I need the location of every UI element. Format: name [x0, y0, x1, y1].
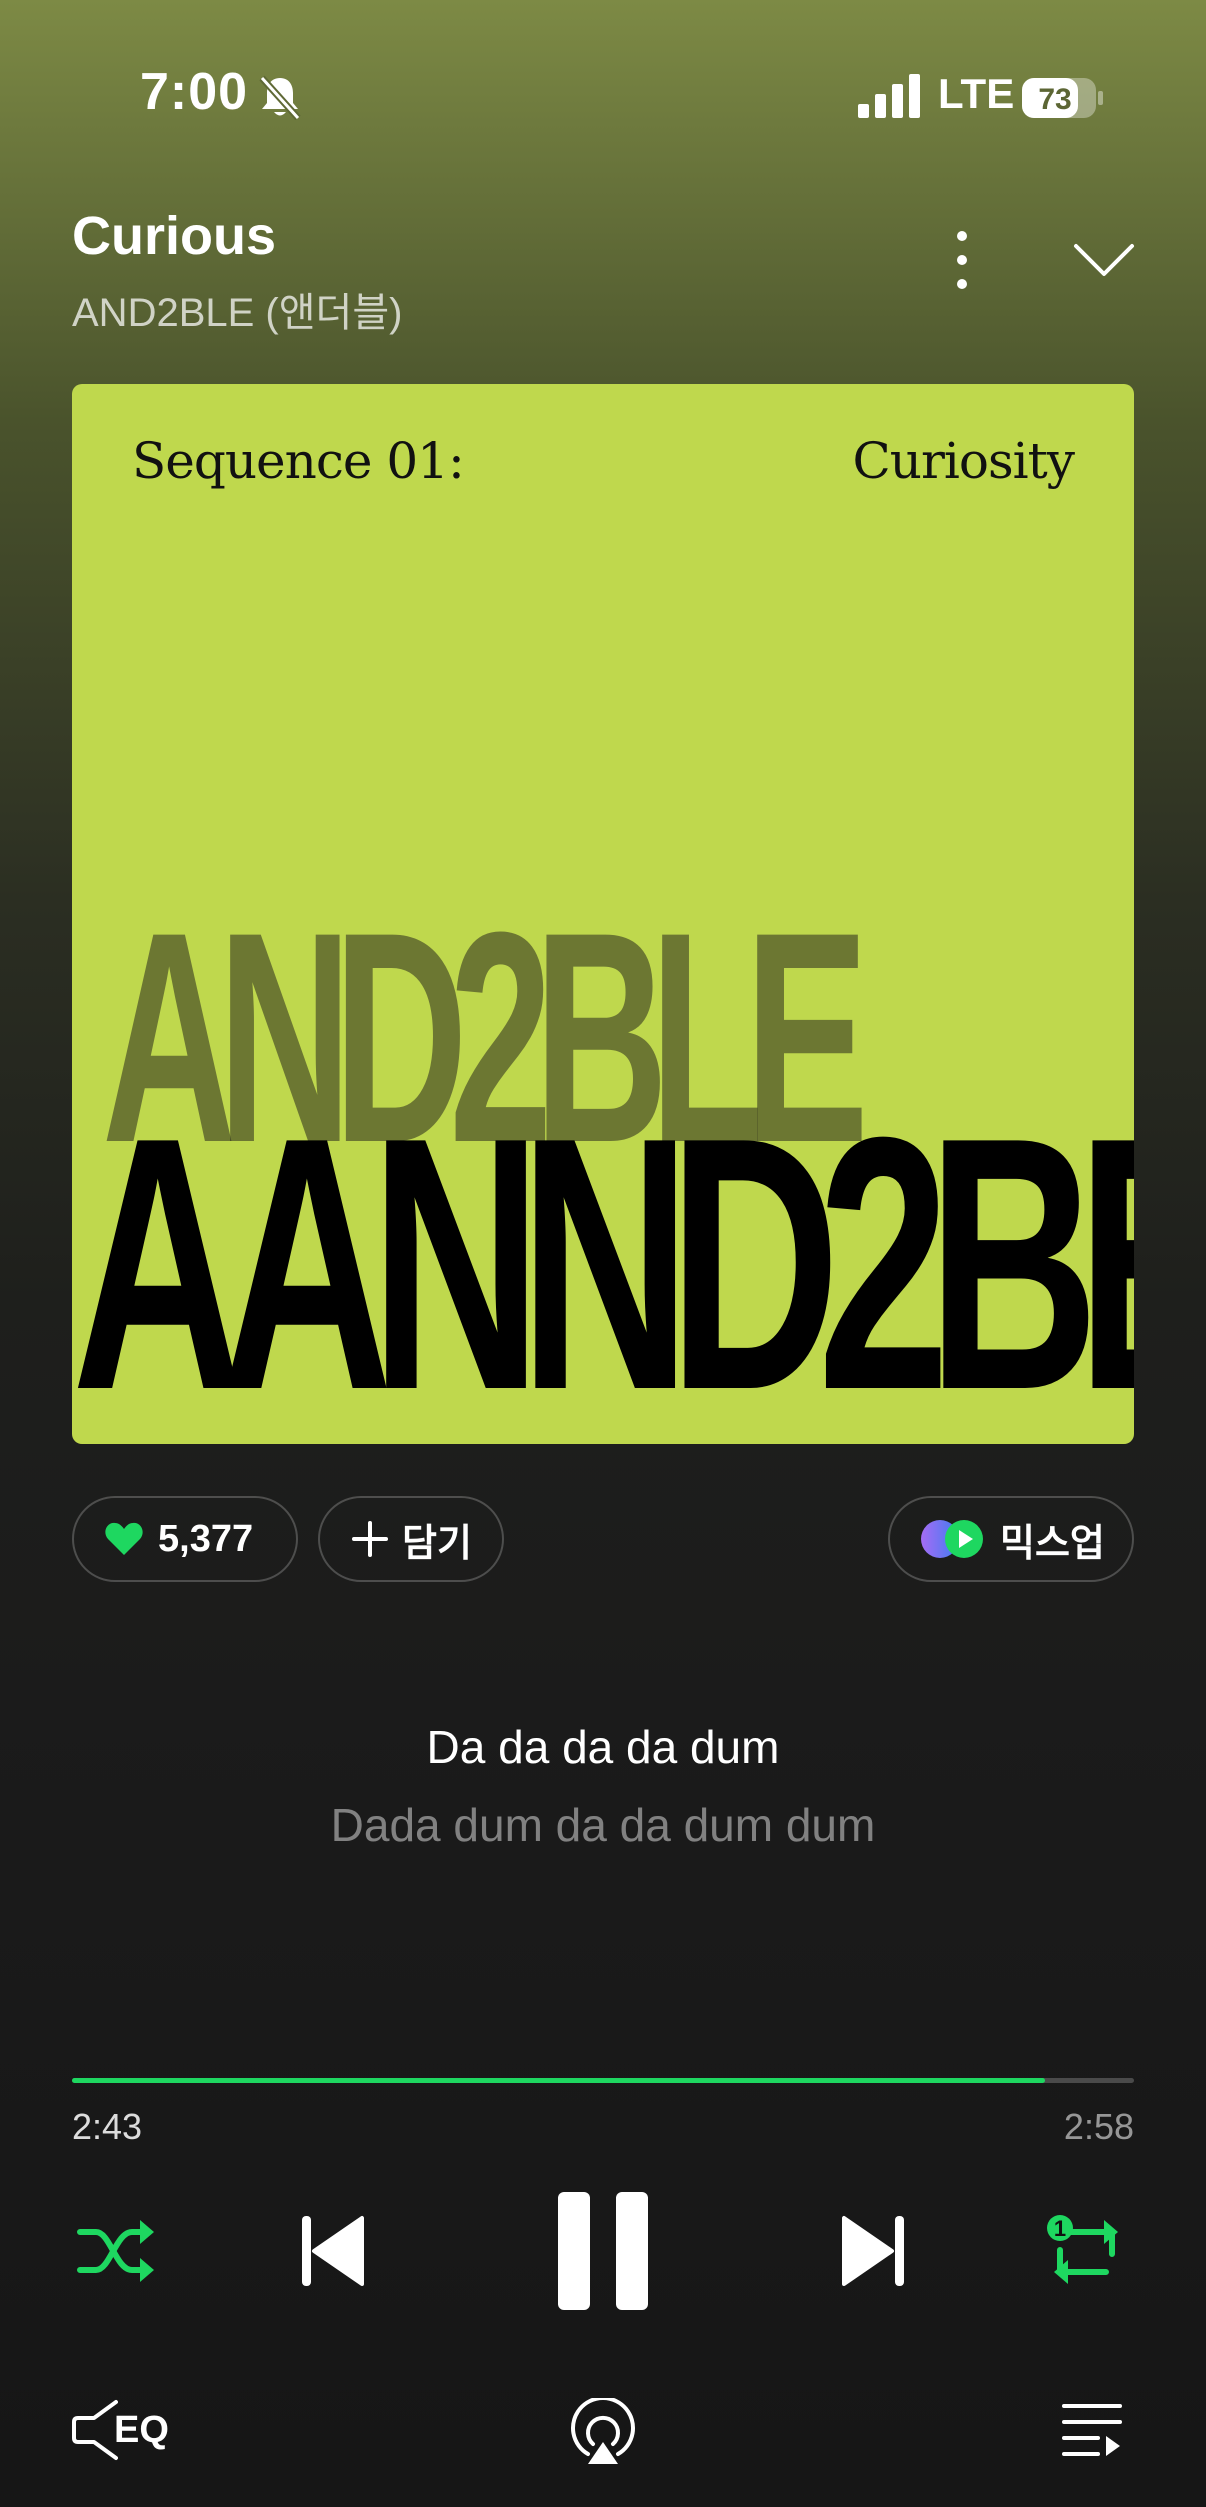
more-vertical-icon[interactable] [940, 228, 984, 292]
like-button[interactable]: 5,377 [72, 1496, 298, 1582]
plus-icon [352, 1521, 388, 1557]
previous-icon[interactable] [300, 2214, 366, 2288]
signal-icon [858, 74, 920, 118]
progress-fill [72, 2078, 1045, 2083]
status-time: 7:00 [140, 63, 249, 121]
eq-label: EQ [114, 2408, 169, 2451]
add-to-playlist-button[interactable]: 담기 [318, 1496, 504, 1582]
chevron-down-icon[interactable] [1072, 240, 1136, 280]
artist-name[interactable]: AND2BLE (앤더블) [72, 280, 402, 338]
album-art[interactable]: Sequence 01: Curiosity AND2BLE AANND2BBL… [72, 384, 1134, 1444]
lyric-current-line[interactable]: Da da da da dum [0, 1720, 1206, 1774]
repeat-one-icon[interactable]: 1 [1046, 2214, 1126, 2288]
battery-icon: 73 [1022, 78, 1103, 118]
mixup-button[interactable]: 믹스업 [888, 1496, 1134, 1582]
lyric-next-line[interactable]: Dada dum da da dum dum [0, 1798, 1206, 1852]
repeat-badge: 1 [1054, 2216, 1066, 2241]
album-art-subtitle: Sequence 01: [132, 432, 465, 490]
bell-slash-icon [259, 75, 301, 120]
airplay-icon[interactable] [568, 2398, 638, 2468]
progress-bar[interactable] [72, 2078, 1134, 2083]
playlist-icon[interactable] [1062, 2400, 1122, 2460]
mixup-icon [921, 1520, 983, 1558]
shuffle-icon[interactable] [76, 2216, 156, 2286]
album-art-title: Curiosity [852, 432, 1075, 490]
eq-icon [72, 2400, 118, 2460]
heart-icon [105, 1522, 143, 1555]
total-time: 2:58 [1063, 2106, 1134, 2147]
album-art-logo-text: AANND2BBLEE [72, 1063, 1134, 1444]
pause-icon[interactable] [556, 2190, 650, 2312]
eq-button[interactable]: EQ [72, 2398, 169, 2462]
next-icon[interactable] [840, 2214, 906, 2288]
battery-level: 73 [1038, 83, 1071, 116]
like-count: 5,377 [158, 1517, 254, 1560]
network-type: LTE [938, 70, 1015, 117]
song-title: Curious [72, 206, 277, 266]
mixup-label: 믹스업 [1000, 1522, 1105, 1565]
add-label: 담기 [402, 1522, 472, 1565]
elapsed-time: 2:43 [72, 2106, 143, 2147]
